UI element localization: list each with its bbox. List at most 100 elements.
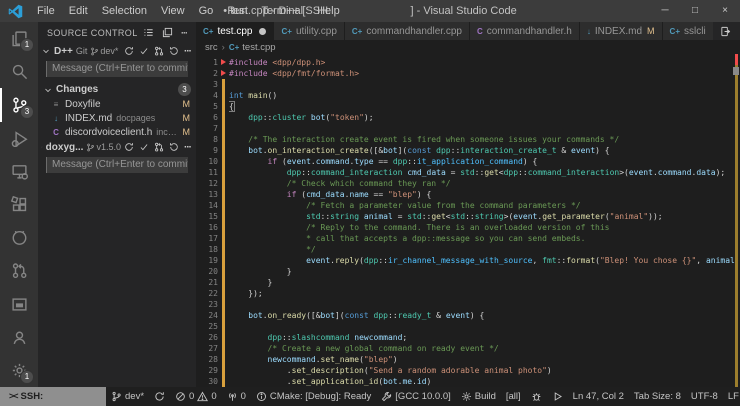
more-actions-button[interactable]: ···	[181, 28, 187, 38]
status-bar: ><SSH:dev*000CMake: [Debug]: Ready[GCC 1…	[0, 387, 740, 406]
check-icon	[139, 46, 149, 56]
repo-header-dpp[interactable]: D++Gitdev*···	[38, 43, 196, 59]
status-sync-status[interactable]	[149, 387, 170, 406]
code-token: ;	[402, 333, 407, 342]
close-button[interactable]: ×	[710, 0, 740, 22]
pull-request-button[interactable]	[154, 142, 164, 152]
menu-go[interactable]: Go	[192, 0, 221, 22]
modified-gutter-bar	[218, 310, 229, 321]
activity-item-settings[interactable]: 1	[0, 354, 38, 387]
scm-file-row[interactable]: ≡DoxyfileM	[38, 97, 196, 111]
tab-sslcli[interactable]: C+sslcli	[663, 22, 713, 40]
code-token: ::	[422, 212, 432, 221]
modified-gutter-bar	[218, 222, 229, 233]
menu-file[interactable]: File	[30, 0, 62, 22]
code-token: /* Check which command they ran */	[287, 179, 451, 188]
modified-gutter-bar	[218, 134, 229, 145]
activity-item-explorer[interactable]: 1	[0, 22, 38, 55]
pull-request-button[interactable]	[154, 46, 164, 56]
repo-scm-label: Git	[76, 46, 88, 56]
tab-commandhandler-cpp[interactable]: C+commandhandler.cpp	[345, 22, 470, 40]
status-indentation-status[interactable]: Tab Size: 8	[629, 387, 686, 406]
repo-branch-name: dev*	[100, 46, 118, 56]
refresh-button[interactable]	[169, 46, 179, 56]
commit-message-input[interactable]: Message (Ctrl+Enter to commit on...	[46, 61, 188, 77]
activity-item-run-and-debug[interactable]	[0, 122, 38, 155]
maximize-button[interactable]: □	[680, 0, 710, 22]
status-ports-status[interactable]: 0	[222, 387, 251, 406]
open-changes-button[interactable]	[720, 26, 731, 37]
code-text: }	[229, 266, 740, 277]
activity-item-source-control[interactable]: 3	[0, 88, 38, 121]
status-build-button[interactable]: Build	[456, 387, 501, 406]
status-cursor-position[interactable]: Ln 47, Col 2	[568, 387, 629, 406]
tab-commandhandler-h[interactable]: Ccommandhandler.h	[470, 22, 580, 40]
code-token: ir_channel_message_with_source	[388, 256, 533, 265]
activity-item-github-pull-requests[interactable]	[0, 254, 38, 287]
activity-item-github[interactable]	[0, 221, 38, 254]
tab-test-cpp[interactable]: C+test.cpp	[196, 22, 274, 40]
code-token: dpp	[393, 157, 407, 166]
breadcrumb-item-src[interactable]: src	[205, 42, 218, 53]
tab-label: utility.cpp	[296, 26, 337, 37]
activity-item-live-preview[interactable]	[0, 288, 38, 321]
ellipsis-button[interactable]: ···	[184, 142, 191, 153]
repo-branch: v1.5.0	[86, 142, 121, 152]
line-number: 24	[196, 310, 218, 321]
status-encoding-status[interactable]: UTF-8	[686, 387, 723, 406]
sync-button[interactable]	[124, 46, 134, 56]
scm-file-row[interactable]: Cdiscordvoiceclient.hinclude/d...M	[38, 125, 196, 139]
status-cmake-status[interactable]: CMake: [Debug]: Ready	[251, 387, 376, 406]
menu-selection[interactable]: Selection	[95, 0, 154, 22]
minimize-button[interactable]: ─	[650, 0, 680, 22]
changes-section-header[interactable]: Changes3	[38, 82, 196, 97]
preview-icon	[11, 296, 28, 313]
activity-item-accounts[interactable]	[0, 321, 38, 354]
code-token: newcommand	[268, 355, 316, 364]
ellipsis-button[interactable]: ···	[184, 46, 191, 57]
menu-edit[interactable]: Edit	[62, 0, 95, 22]
status-build-target[interactable]: [all]	[501, 387, 526, 406]
scm-file-row[interactable]: ↓INDEX.mddocpagesM	[38, 111, 196, 125]
line-number: 27	[196, 343, 218, 354]
status-remote-indicator[interactable]: ><SSH:	[0, 387, 106, 406]
code-token: slashcommand	[292, 333, 350, 342]
line-number: 13	[196, 189, 218, 200]
status-problems-status[interactable]: 00	[170, 387, 222, 406]
collapse-all-button[interactable]	[162, 27, 173, 38]
view-as-tree-button[interactable]	[143, 27, 154, 38]
code-editor[interactable]: 1#include <dpp/dpp.h>2#include <dpp/fmt/…	[196, 54, 740, 387]
line-number: 22	[196, 288, 218, 299]
status-run-button[interactable]	[547, 387, 568, 406]
activity-item-extensions[interactable]	[0, 188, 38, 221]
sync-button[interactable]	[124, 142, 134, 152]
activity-item-remote-explorer[interactable]	[0, 155, 38, 188]
code-line: 13 if (cmd_data.name == "blep") {	[196, 189, 740, 200]
check-button[interactable]	[139, 46, 149, 56]
status-cmake-kit[interactable]: [GCC 10.0.0]	[376, 387, 455, 406]
file-icon: ≡	[51, 100, 61, 109]
refresh-button[interactable]	[169, 142, 179, 152]
status-text: Ln 47, Col 2	[573, 391, 624, 402]
activity-item-search[interactable]	[0, 55, 38, 88]
tab-INDEX-md[interactable]: ↓INDEX.mdM	[580, 22, 663, 40]
account-icon	[11, 329, 28, 346]
commit-message-input[interactable]: Message (Ctrl+Enter to commit on...	[46, 157, 188, 173]
code-line: 17 * call that accepts a dpp::message so…	[196, 233, 740, 244]
check-button[interactable]	[139, 142, 149, 152]
repo-header-doxygen[interactable]: doxyg...v1.5.0···	[38, 139, 196, 155]
code-token: ::	[465, 212, 475, 221]
status-eol-status[interactable]: LF	[723, 387, 740, 406]
tab-utility-cpp[interactable]: C+utility.cpp	[274, 22, 344, 40]
status-git-branch-status[interactable]: dev*	[106, 387, 149, 406]
breadcrumb-item-test-cpp[interactable]: C+test.cpp	[229, 42, 276, 53]
c-header-icon: C	[477, 27, 483, 36]
activity-badge: 1	[20, 370, 34, 384]
play-icon	[552, 391, 563, 402]
code-text	[229, 299, 740, 310]
sidebar-header: SOURCE CONTROL ···	[38, 22, 196, 43]
scrollbar-thumb[interactable]	[733, 67, 739, 75]
menu-view[interactable]: View	[154, 0, 192, 22]
sync-icon	[124, 46, 134, 56]
status-debug-button[interactable]	[526, 387, 547, 406]
